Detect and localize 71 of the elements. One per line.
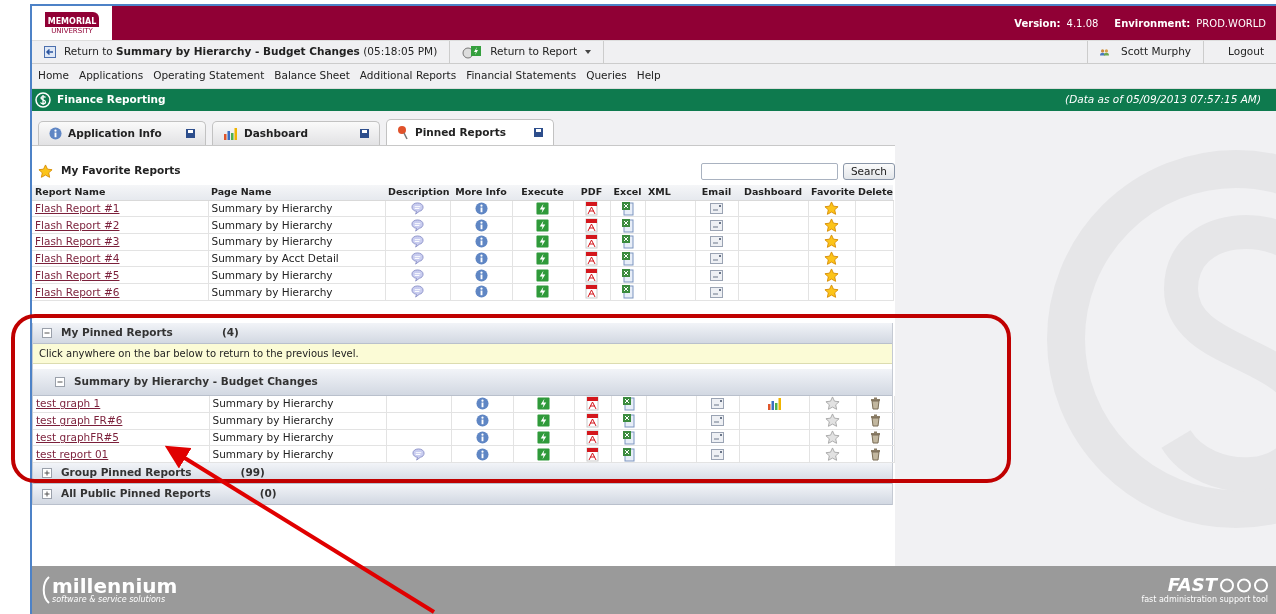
environment-label: Environment: <box>1114 16 1191 31</box>
logo-banner: MEMORIAL <box>44 11 100 27</box>
search-button[interactable]: Search <box>842 162 895 180</box>
data-timestamp: (Data as of 05/09/2013 07:57:15 AM) <box>1065 92 1262 108</box>
column-header: Description <box>388 186 450 198</box>
tab[interactable]: Dashboard <box>212 121 380 145</box>
menu-item[interactable]: Queries <box>586 68 627 84</box>
section-title: All Public Pinned Reports <box>61 486 211 501</box>
report-link[interactable]: Flash Report #3 <box>35 235 120 248</box>
column-header: Dashboard <box>744 186 802 198</box>
page-name-text: Summary by Hierarchy <box>211 202 333 215</box>
column-header: Delete <box>858 186 893 198</box>
column-header: Report Name <box>35 186 106 198</box>
report-link[interactable]: Flash Report #1 <box>35 202 120 215</box>
environment-value: PROD.WORLD <box>1196 16 1266 31</box>
section-count: (99) <box>240 465 265 480</box>
return-button[interactable]: Return to Summary by Hierarchy - Budget Changes (05:18:05 PM) <box>32 41 451 63</box>
menu-item[interactable]: Applications <box>79 68 144 84</box>
report-link[interactable]: test graph 1 <box>36 397 101 410</box>
menu-item[interactable]: Home <box>38 68 69 84</box>
page-name-text: Summary by Acct Detail <box>211 252 339 265</box>
column-header: Favorite <box>811 186 855 198</box>
user-button[interactable]: Scott Murphy <box>1087 41 1203 63</box>
column-header: XML <box>648 186 671 198</box>
report-link[interactable]: Flash Report #2 <box>35 218 120 231</box>
section-count: (4) <box>221 324 239 340</box>
column-header: Page Name <box>211 186 272 198</box>
logo-tagline: fast administration support tool <box>1141 596 1268 604</box>
tab[interactable]: Application Info <box>38 121 206 145</box>
version-label: Version: <box>1014 16 1061 31</box>
report-link[interactable]: Flash Report #5 <box>35 268 120 281</box>
section-title: My Pinned Reports <box>61 324 173 340</box>
section-title: Group Pinned Reports <box>61 465 192 480</box>
report-link[interactable]: test graphFR#5 <box>36 431 120 444</box>
millennium-logo-text: millennium <box>52 576 178 596</box>
version-value: 4.1.08 <box>1066 16 1099 31</box>
fast-logo-text: FAST <box>1167 576 1217 594</box>
logo-tagline: software & service solutions <box>52 596 167 604</box>
page-name-text: Summary by Hierarchy <box>212 397 334 410</box>
menu-item[interactable]: Operating Statement <box>153 68 265 84</box>
notice-bar: Click anywhere on the bar below to return to the previous level. <box>33 343 892 364</box>
column-header: PDF <box>580 186 603 198</box>
favorites-title: My Favorite Reports <box>61 163 181 179</box>
page-name-text: Summary by Hierarchy <box>211 218 333 231</box>
section-bar[interactable]: My Pinned Reports (4) <box>33 322 892 344</box>
column-header: Excel <box>613 186 642 198</box>
app-title: Finance Reporting <box>57 92 166 108</box>
report-link[interactable]: Flash Report #6 <box>35 285 120 298</box>
page-name-text: Summary by Hierarchy <box>211 285 333 298</box>
logout-button[interactable]: Logout <box>1203 41 1276 63</box>
menu-item[interactable]: Additional Reports <box>359 68 457 84</box>
column-header: Execute <box>521 186 564 198</box>
page-name-text: Summary by Hierarchy <box>212 447 334 460</box>
page-name-text: Summary by Hierarchy <box>211 235 333 248</box>
page-name-text: Summary by Hierarchy <box>211 268 333 281</box>
menu-item[interactable]: Balance Sheet <box>274 68 350 84</box>
section-bar[interactable]: Summary by Hierarchy - Budget Changes <box>33 368 892 396</box>
column-header: More Info <box>455 186 507 198</box>
column-header: Email <box>701 186 732 198</box>
report-link[interactable]: test graph FR#6 <box>36 414 123 427</box>
section-count: (0) <box>259 486 277 501</box>
tab[interactable]: Pinned Reports <box>386 119 554 145</box>
menu-item[interactable]: Financial Statements <box>466 68 577 84</box>
section-title: Summary by Hierarchy - Budget Changes <box>74 373 318 389</box>
return-to-report-button[interactable]: Return to Report <box>450 41 605 63</box>
report-link[interactable]: test report 01 <box>36 447 109 460</box>
page-name-text: Summary by Hierarchy <box>212 414 334 427</box>
page-name-text: Summary by Hierarchy <box>212 431 334 444</box>
report-link[interactable]: Flash Report #4 <box>35 252 120 265</box>
menu-item[interactable]: Help <box>636 68 661 84</box>
section-bar[interactable]: All Public Pinned Reports (0) <box>33 483 892 505</box>
